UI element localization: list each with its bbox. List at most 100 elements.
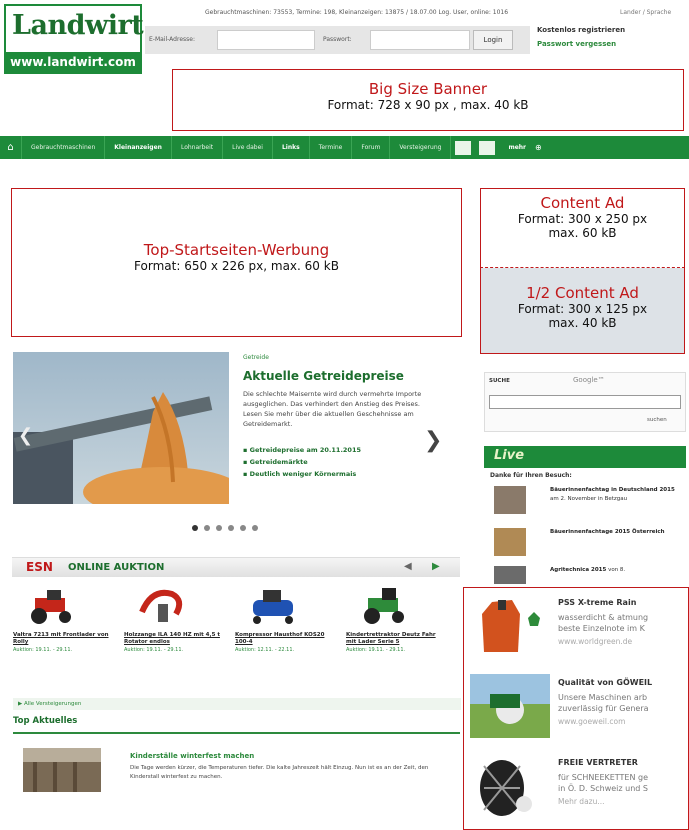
nav-item-gebrauchtmaschinen[interactable]: Gebrauchtmaschinen bbox=[22, 136, 106, 159]
auction-item[interactable]: Holzzange ILA 140 HZ mit 4,5 t Rotator e… bbox=[124, 584, 224, 653]
sponsored-item[interactable]: FREIE VERTRETER für SCHNEEKETTEN ge in Ö.… bbox=[464, 748, 688, 822]
slider-category[interactable]: Getreide bbox=[243, 354, 269, 361]
live-header[interactable]: Live bbox=[484, 446, 686, 468]
news-image[interactable] bbox=[23, 748, 101, 792]
sponsored-line: für SCHNEEKETTEN ge bbox=[558, 773, 649, 782]
sponsored-url[interactable]: www.worldgreen.de bbox=[558, 637, 632, 646]
nav-item-termine[interactable]: Termine bbox=[310, 136, 353, 159]
sponsored-url[interactable]: www.goeweil.com bbox=[558, 717, 625, 726]
auction-item-date: Auktion: 19.11. - 29.11. bbox=[124, 647, 184, 653]
nav-more[interactable]: mehr bbox=[499, 136, 535, 159]
slider-title[interactable]: Aktuelle Getreidepreise bbox=[243, 369, 404, 383]
slider-dot[interactable] bbox=[240, 525, 246, 531]
sponsored-image bbox=[480, 760, 532, 816]
auction-title[interactable]: ONLINE AUKTION bbox=[68, 562, 164, 573]
top-news-heading: Top Aktuelles bbox=[13, 716, 78, 726]
slider-dots bbox=[192, 525, 258, 531]
sponsored-line: beste Einzelnote im K bbox=[558, 624, 645, 633]
sponsored-line: wasserdicht & atmung bbox=[558, 613, 649, 622]
sponsored-title[interactable]: Qualität von GÖWEIL bbox=[558, 678, 652, 687]
auction-item-image bbox=[364, 588, 404, 624]
content-ad-format: Format: 300 x 250 px bbox=[517, 212, 648, 226]
nav-item-forum[interactable]: Forum bbox=[352, 136, 391, 159]
slider-dot[interactable] bbox=[216, 525, 222, 531]
sponsored-url[interactable]: Mehr dazu... bbox=[558, 797, 605, 806]
nav-item-live-dabei[interactable]: Live dabei bbox=[223, 136, 273, 159]
auction-prev-icon[interactable]: ◀ bbox=[404, 561, 412, 572]
slider-prev-icon[interactable]: ❮ bbox=[18, 425, 33, 446]
sponsored-item[interactable]: Qualität von GÖWEIL Unsere Maschinen arb… bbox=[464, 668, 688, 742]
email-field[interactable] bbox=[217, 30, 315, 50]
half-ad-title: 1/2 Content Ad bbox=[526, 284, 639, 302]
news-title[interactable]: Kinderställe winterfest machen bbox=[130, 752, 254, 760]
forgot-password-link[interactable]: Passwort vergessen bbox=[537, 40, 616, 48]
tractor-icon[interactable] bbox=[455, 140, 472, 155]
auction-next-icon[interactable]: ▶ bbox=[432, 561, 440, 572]
nav-item-kleinanzeigen[interactable]: Kleinanzeigen bbox=[105, 136, 172, 159]
slider-link[interactable]: Getreidemärkte bbox=[243, 456, 361, 468]
home-icon[interactable]: ⌂ bbox=[0, 136, 22, 159]
slider-link[interactable]: Deutlich weniger Körnermais bbox=[243, 468, 361, 480]
logo-wordmark: Landwirt bbox=[6, 6, 144, 52]
live-item-title[interactable]: Bäuerinnenfachtage 2015 Österreich bbox=[550, 529, 665, 535]
search-label: SUCHE bbox=[489, 378, 510, 384]
half-ad-size: max. 40 kB bbox=[548, 316, 617, 330]
auction-item-title[interactable]: Kindertrettraktor Deutz Fahr mit Lader S… bbox=[346, 632, 446, 646]
sponsored-title[interactable]: PSS X-treme Rain bbox=[558, 598, 636, 607]
search-button[interactable]: suchen bbox=[647, 417, 667, 423]
nav-item-versteigerung[interactable]: Versteigerung bbox=[390, 136, 452, 159]
slider-links: Getreidepreise am 20.11.2015 Getreidemär… bbox=[243, 444, 361, 480]
slider-dot[interactable] bbox=[228, 525, 234, 531]
auction-item-image bbox=[31, 590, 71, 624]
sponsored-line: zuverlässig für Genera bbox=[558, 704, 649, 713]
logo[interactable]: Landwirt www.landwirt.com bbox=[4, 4, 144, 74]
top-ad-format: Format: 650 x 226 px, max. 60 kB bbox=[134, 259, 339, 273]
sponsored-title[interactable]: FREIE VERTRETER bbox=[558, 758, 638, 767]
nav-item-lohnarbeit[interactable]: Lohnarbeit bbox=[172, 136, 224, 159]
news-text: Die Tage werden kürzer, die Temperaturen… bbox=[130, 765, 429, 780]
sponsored-text: für SCHNEEKETTEN ge in Ö. D. Schweiz und … bbox=[558, 772, 688, 794]
live-item-title[interactable]: Agritechnica 2015 bbox=[550, 567, 606, 573]
register-link[interactable]: Kostenlos registrieren bbox=[537, 26, 625, 34]
shop-icon[interactable] bbox=[479, 140, 496, 155]
slider-next-icon[interactable]: ❯ bbox=[424, 428, 442, 453]
plus-icon[interactable]: ⊕ bbox=[535, 143, 542, 152]
site-stats: Gebrauchtmaschinen: 73553, Termine: 198,… bbox=[205, 9, 509, 16]
half-content-ad: 1/2 Content Ad Format: 300 x 125 px max.… bbox=[480, 268, 685, 354]
auction-item-date: Auktion: 19.11. - 29.11. bbox=[13, 647, 73, 653]
login-button[interactable]: Login bbox=[473, 30, 513, 50]
auction-item[interactable]: Valtra 7213 mit Frontlader von Rolly Auk… bbox=[13, 584, 113, 653]
auction-item-date: Auktion: 12.11. - 22.11. bbox=[235, 647, 295, 653]
search-box: SUCHE Google™ suchen bbox=[484, 372, 686, 432]
search-input[interactable] bbox=[489, 395, 681, 409]
sponsored-item[interactable]: PSS X-treme Rain wasserdicht & atmung bes… bbox=[464, 588, 688, 662]
auction-item[interactable]: Kindertrettraktor Deutz Fahr mit Lader S… bbox=[346, 584, 446, 653]
live-item-desc: von 8. bbox=[606, 567, 626, 573]
live-item-text: Bäuerinnenfachtage 2015 Österreich bbox=[550, 528, 684, 537]
nav-item-links[interactable]: Links bbox=[273, 136, 310, 159]
slider-link[interactable]: Getreidepreise am 20.11.2015 bbox=[243, 444, 361, 456]
all-auctions-label: Alle Versteigerungen bbox=[23, 701, 82, 707]
auction-item-title[interactable]: Valtra 7213 mit Frontlader von Rolly bbox=[13, 632, 113, 646]
password-field[interactable] bbox=[370, 30, 470, 50]
top-ad-title: Top-Startseiten-Werbung bbox=[143, 241, 330, 259]
slider-dot[interactable] bbox=[192, 525, 198, 531]
email-label: E-Mail-Adresse: bbox=[149, 36, 195, 43]
content-ad: Content Ad Format: 300 x 250 px max. 60 … bbox=[480, 188, 685, 268]
live-item-title[interactable]: Bäuerinnenfachtag in Deutschland 2015 bbox=[550, 487, 675, 493]
sponsored-text: Unsere Maschinen arb zuverlässig für Gene… bbox=[558, 692, 688, 714]
google-logo: Google™ bbox=[573, 376, 605, 384]
slider-dot[interactable] bbox=[252, 525, 258, 531]
auction-item-title[interactable]: Kompressor Hausthof KOS20 100-4 bbox=[235, 632, 335, 646]
live-item-text: Bäuerinnenfachtag in Deutschland 2015 am… bbox=[550, 486, 684, 504]
password-label: Passwort: bbox=[323, 36, 352, 43]
slider-image[interactable] bbox=[13, 352, 229, 504]
auction-item-image bbox=[253, 590, 293, 624]
auction-item-title[interactable]: Holzzange ILA 140 HZ mit 4,5 t Rotator e… bbox=[124, 632, 224, 646]
content-ad-size: max. 60 kB bbox=[548, 226, 617, 240]
language-selector[interactable]: Lander / Sprache bbox=[620, 9, 671, 16]
all-auctions-link[interactable]: ▶ Alle Versteigerungen bbox=[13, 698, 461, 710]
big-banner-format: Format: 728 x 90 px , max. 40 kB bbox=[327, 98, 529, 112]
slider-dot[interactable] bbox=[204, 525, 210, 531]
auction-item[interactable]: Kompressor Hausthof KOS20 100-4 Auktion:… bbox=[235, 584, 335, 653]
